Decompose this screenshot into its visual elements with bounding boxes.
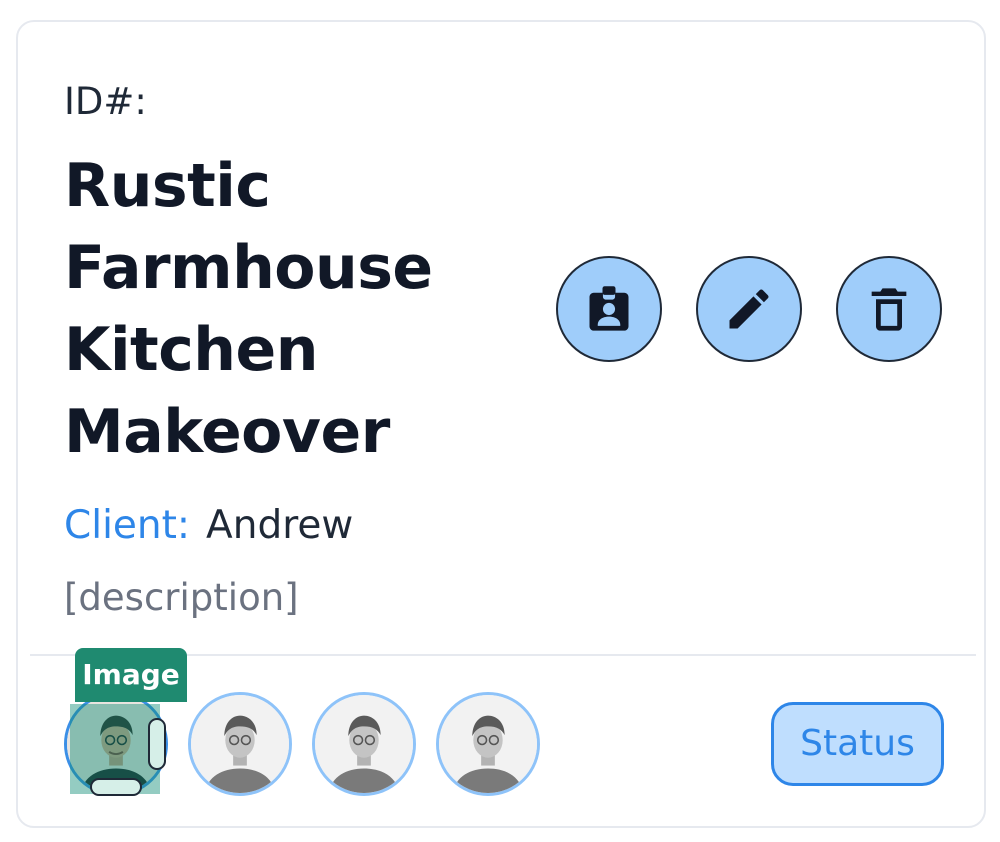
contact-badge-icon bbox=[589, 286, 629, 331]
image-selection-tag: Image bbox=[75, 648, 187, 702]
person-photo bbox=[439, 695, 537, 793]
delete-button[interactable] bbox=[836, 256, 942, 362]
person-photo bbox=[315, 695, 413, 793]
pencil-icon bbox=[729, 289, 769, 329]
edit-button[interactable] bbox=[696, 256, 802, 362]
resize-handle-bottom[interactable] bbox=[90, 778, 142, 796]
project-id-label: ID#: bbox=[64, 80, 147, 123]
project-title: Rustic Farmhouse Kitchen Makeover bbox=[64, 151, 433, 467]
contact-button[interactable] bbox=[556, 256, 662, 362]
trash-icon bbox=[871, 288, 907, 331]
status-button[interactable]: Status bbox=[771, 702, 944, 786]
project-image-thumbnail[interactable] bbox=[436, 692, 540, 796]
client-label: Client: bbox=[64, 503, 191, 548]
client-name: Andrew bbox=[206, 503, 354, 548]
project-image-thumbnail[interactable] bbox=[188, 692, 292, 796]
client-row: Client: Andrew bbox=[64, 500, 353, 552]
project-card: ID#: Rustic Farmhouse Kitchen Makeover C… bbox=[16, 20, 986, 828]
resize-handle-right[interactable] bbox=[148, 718, 166, 770]
project-image-thumbnail[interactable] bbox=[312, 692, 416, 796]
person-photo bbox=[191, 695, 289, 793]
project-description: [description] bbox=[64, 576, 299, 619]
